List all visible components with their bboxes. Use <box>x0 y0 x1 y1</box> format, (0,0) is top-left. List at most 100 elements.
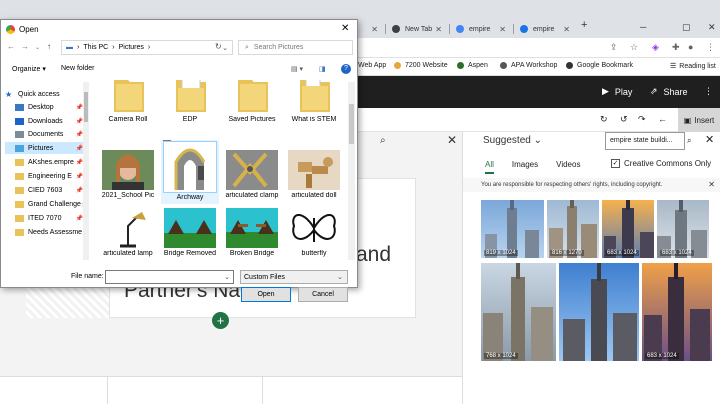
maximize-icon[interactable]: ▢ <box>682 22 691 33</box>
back-icon[interactable]: ← <box>658 114 667 124</box>
checkbox[interactable]: ✓ <box>611 159 620 168</box>
slide-text[interactable]: and <box>356 243 391 267</box>
reading-list[interactable]: ☰ Reading list <box>670 62 716 71</box>
close-icon[interactable]: ✕ <box>708 180 715 189</box>
browser-tab-empire-1[interactable]: empire ✕ <box>450 20 512 38</box>
tab-videos[interactable]: Videos <box>556 160 580 174</box>
nav-item-documents[interactable]: Documents 📌 <box>5 128 83 140</box>
file-item[interactable]: articulated clamp <box>223 150 281 199</box>
puzzle-icon[interactable]: ✚ <box>672 42 680 53</box>
redo-icon[interactable]: ↻ <box>600 114 608 125</box>
chevron-down-icon[interactable]: ⌄ <box>222 44 228 52</box>
chevron-down-icon[interactable]: ⌄ <box>224 273 230 281</box>
nav-item-folder[interactable]: Needs Assessme 📌 <box>5 226 83 238</box>
share-icon[interactable]: ⇪ <box>610 42 618 53</box>
tab-close-icon[interactable]: ✕ <box>371 25 378 34</box>
file-item[interactable]: articulated doll <box>285 150 343 199</box>
close-icon[interactable]: ✕ <box>341 23 349 34</box>
tab-all[interactable]: All <box>485 160 494 174</box>
image-result[interactable]: 683 x 1024 <box>657 200 709 258</box>
bookmark-7200-website[interactable]: 7200 Website <box>394 62 448 69</box>
breadcrumb-this-pc[interactable]: This PC <box>83 44 108 51</box>
share-button[interactable]: ⇗ Share <box>650 86 688 97</box>
star-icon[interactable]: ☆ <box>630 42 638 53</box>
file-item[interactable]: Bridge Removed <box>161 208 219 257</box>
scroll-thumb[interactable] <box>84 92 88 122</box>
file-item[interactable]: What is STEM <box>285 80 343 123</box>
up-icon[interactable]: ↑ <box>47 42 51 51</box>
refresh-icon[interactable]: ↻ <box>215 42 222 51</box>
bookmark-aspen[interactable]: Aspen <box>457 62 488 69</box>
nav-item-quick-access[interactable]: ★ Quick access <box>5 88 83 100</box>
image-result[interactable]: 768 x 1024 <box>481 263 556 361</box>
open-button[interactable]: Open <box>241 287 291 302</box>
image-result[interactable]: 683 x 1024 <box>642 263 712 361</box>
file-item[interactable]: EDP <box>161 80 219 123</box>
filename-input[interactable]: ⌄ <box>105 270 234 284</box>
forward-icon[interactable]: ↷ <box>638 114 646 125</box>
nav-scrollbar[interactable] <box>83 82 89 260</box>
preview-pane-icon[interactable]: ◨ <box>319 65 326 73</box>
file-item[interactable]: Camera Roll <box>99 80 157 123</box>
play-button[interactable]: ▶ Play <box>602 86 632 97</box>
file-list-scrollbar[interactable] <box>348 82 355 260</box>
chevron-down-icon[interactable]: ⌄ <box>35 44 40 51</box>
image-result[interactable]: 683 x 1024 <box>602 200 654 258</box>
more-options-icon[interactable]: ⋮ <box>704 86 713 97</box>
tab-images[interactable]: Images <box>512 160 538 174</box>
nav-item-folder[interactable]: Engineering E 📌 <box>5 170 83 182</box>
image-search-input[interactable]: empire state buildi... <box>605 132 685 150</box>
search-input[interactable]: ⌕ Search Pictures <box>238 40 353 55</box>
browser-tab-partial[interactable]: ✕ <box>354 20 384 38</box>
profile-icon[interactable]: ● <box>688 42 693 52</box>
nav-item-downloads[interactable]: Downloads 📌 <box>5 115 83 127</box>
tab-close-icon[interactable]: ✕ <box>563 25 570 34</box>
file-type-select[interactable]: Custom Files ⌄ <box>240 270 348 284</box>
extension-icon[interactable]: ◈ <box>652 42 659 53</box>
file-item[interactable]: articulated lamp <box>99 208 157 257</box>
help-button[interactable]: ? <box>341 64 351 74</box>
new-tab-button[interactable]: + <box>581 19 587 31</box>
search-icon[interactable]: ⌕ <box>687 136 691 146</box>
scroll-thumb[interactable] <box>349 104 354 144</box>
cancel-button[interactable]: Cancel <box>298 287 348 302</box>
close-icon[interactable]: ✕ <box>447 133 457 147</box>
tab-close-icon[interactable]: ✕ <box>435 25 442 34</box>
file-item[interactable]: Saved Pictures <box>223 80 281 123</box>
bookmark-web-app[interactable]: Web App <box>358 62 386 69</box>
nav-item-folder[interactable]: Grand Challenge 📌 <box>5 198 83 210</box>
nav-item-desktop[interactable]: Desktop 📌 <box>5 101 83 113</box>
minimize-icon[interactable]: ─ <box>640 22 646 32</box>
image-result[interactable]: 819 x 1024 <box>481 200 544 258</box>
close-window-icon[interactable]: ✕ <box>708 22 716 33</box>
add-slide-button[interactable]: + <box>212 312 229 329</box>
insert-button[interactable]: ▣ Insert <box>678 108 720 132</box>
file-item[interactable]: butterfly <box>285 208 343 257</box>
file-item[interactable]: Broken Bridge <box>223 208 281 257</box>
menu-icon[interactable]: ⋮ <box>706 42 715 53</box>
browser-tab-empire-2[interactable]: empire ✕ <box>514 20 576 38</box>
view-options-icon[interactable]: ▤ ▾ <box>291 65 303 73</box>
nav-item-folder[interactable]: AKshes.empre 📌 <box>5 156 83 168</box>
bookmark-google-bookmark[interactable]: Google Bookmark <box>566 62 633 69</box>
tab-close-icon[interactable]: ✕ <box>499 25 506 34</box>
address-bar[interactable]: ▬ › This PC › Pictures › ⌄ <box>61 40 233 55</box>
nav-item-folder[interactable]: ITED 7070 📌 <box>5 212 83 224</box>
close-icon[interactable]: ✕ <box>705 133 714 146</box>
browser-tab-new-tab[interactable]: New Tab ✕ <box>386 20 448 38</box>
file-item-selected[interactable]: Archway <box>161 140 219 204</box>
panel-heading[interactable]: Suggested ⌄ <box>483 135 542 146</box>
creative-commons-toggle[interactable]: ✓ Creative Commons Only <box>611 159 711 168</box>
nav-item-folder[interactable]: CIED 7603 📌 <box>5 184 83 196</box>
organize-button[interactable]: Organize ▾ <box>12 65 46 73</box>
new-folder-button[interactable]: New folder <box>61 65 94 72</box>
undo-icon[interactable]: ↺ <box>620 114 628 125</box>
breadcrumb-pictures[interactable]: Pictures <box>119 44 144 51</box>
image-result[interactable] <box>559 263 639 361</box>
back-icon[interactable]: ← <box>7 42 15 51</box>
file-item[interactable]: 2021_School Pic <box>99 150 157 199</box>
search-icon[interactable]: ⌕ <box>380 135 386 146</box>
forward-icon[interactable]: → <box>21 42 29 51</box>
image-result[interactable]: 816 x 1270 <box>547 200 599 258</box>
bookmark-apa-workshop[interactable]: APA Workshop <box>500 62 557 69</box>
